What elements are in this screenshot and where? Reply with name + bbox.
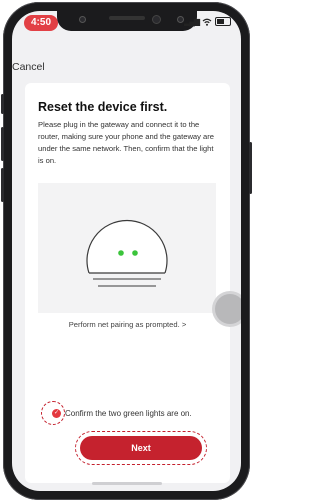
notch — [57, 11, 197, 31]
instructions-text: Please plug in the gateway and connect i… — [38, 120, 215, 165]
volume-up-button — [1, 127, 4, 161]
volume-down-button — [1, 168, 4, 202]
next-button-highlight: Next — [75, 431, 207, 465]
status-time: 4:50 — [24, 15, 58, 31]
page-title: Reset the device first. — [38, 100, 168, 114]
gateway-device-icon — [86, 219, 168, 287]
gateway-illustration — [38, 183, 216, 313]
green-light-right — [132, 250, 138, 256]
sensor-dot — [79, 16, 86, 23]
wifi-icon — [202, 18, 212, 26]
power-button — [249, 142, 252, 194]
cancel-button[interactable]: Cancel — [12, 61, 45, 73]
screen: 4:50 ▂▄▆ Cancel Reset the device first. … — [12, 11, 241, 491]
sensor-dot — [177, 16, 184, 23]
battery-icon — [215, 17, 231, 26]
check-icon[interactable]: ✓ — [52, 409, 61, 418]
confirm-checkbox-row[interactable]: ✓ Confirm the two green lights are on. — [41, 401, 192, 425]
phone-frame: 4:50 ▂▄▆ Cancel Reset the device first. … — [1, 2, 252, 500]
home-indicator[interactable] — [92, 482, 162, 485]
mute-switch — [1, 94, 4, 114]
net-pairing-link[interactable]: Perform net pairing as prompted. > — [25, 320, 230, 329]
status-icons: ▂▄▆ — [184, 17, 231, 26]
confirm-label: Confirm the two green lights are on. — [65, 409, 192, 418]
next-button[interactable]: Next — [80, 436, 202, 460]
signal-icon: ▂▄▆ — [184, 17, 200, 26]
assistive-touch-button[interactable] — [215, 294, 241, 324]
front-camera — [152, 15, 161, 24]
green-light-left — [118, 250, 124, 256]
speaker-grille — [109, 16, 145, 20]
